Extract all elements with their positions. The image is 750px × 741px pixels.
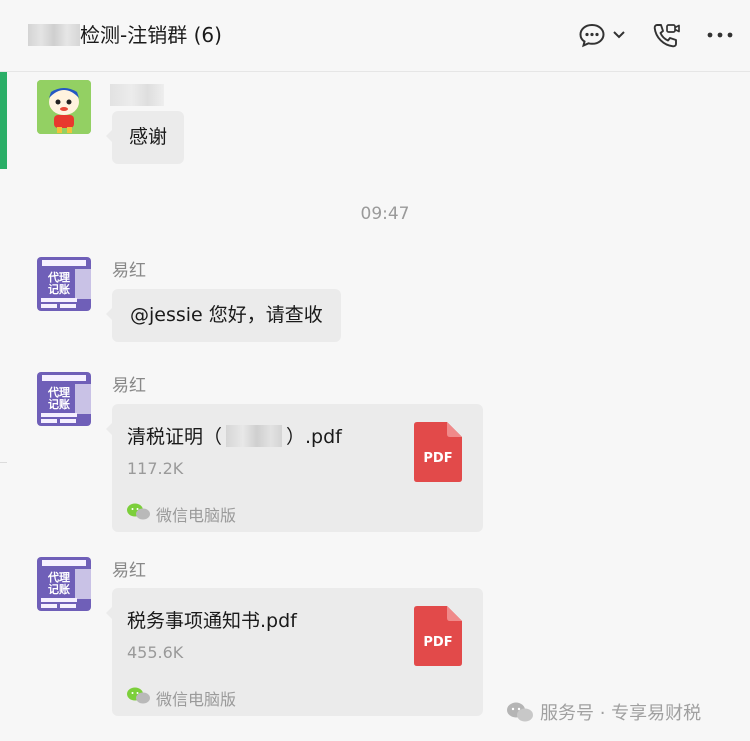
file-name-prefix: 清税证明（ <box>127 426 223 448</box>
file-message-card[interactable]: 税务事项通知书.pdf 455.6K PDF 微信电脑版 <box>106 588 483 716</box>
redacted-file-name-part <box>226 425 283 447</box>
svg-text:代理: 代理 <box>47 570 70 584</box>
pdf-file-icon: PDF <box>414 606 462 666</box>
svg-text:代理: 代理 <box>47 270 70 284</box>
file-name: 税务事项通知书.pdf <box>127 610 297 632</box>
redacted-sender-name <box>110 84 164 106</box>
chat-bubble-icon[interactable] <box>576 20 608 50</box>
pdf-badge-text: PDF <box>423 451 452 466</box>
active-indicator <box>0 72 7 169</box>
sender-name: 易红 <box>112 261 146 281</box>
avatar-sender[interactable]: 代理 记账 <box>37 372 91 426</box>
watermark: 服务号 · 专享易财税 <box>506 699 701 725</box>
svg-text:记账: 记账 <box>48 397 70 411</box>
file-message-card[interactable]: 清税证明（ ）.pdf 117.2K PDF 微信电脑版 <box>106 404 483 532</box>
more-icon[interactable] <box>704 20 736 50</box>
chat-header: 检测-注销群 (6) <box>0 0 750 72</box>
divider <box>0 462 7 463</box>
svg-text:记账: 记账 <box>48 282 70 296</box>
file-size: 117.2K <box>127 459 184 478</box>
sender-name: 易红 <box>112 561 146 581</box>
sender-name: 易红 <box>112 376 146 396</box>
pdf-badge-text: PDF <box>423 635 452 650</box>
file-source: 微信电脑版 <box>156 506 237 525</box>
file-name-suffix: ）.pdf <box>286 426 342 448</box>
message-bubble[interactable]: @jessie 您好，请查收 <box>106 289 341 342</box>
chevron-down-icon[interactable] <box>608 20 630 50</box>
redacted-title-part <box>28 24 80 46</box>
message-bubble[interactable]: 感谢 <box>105 111 185 164</box>
phone-video-icon[interactable] <box>650 20 682 50</box>
message-text: @jessie 您好，请查收 <box>130 304 323 326</box>
wechat-logo-icon <box>507 702 533 722</box>
file-source: 微信电脑版 <box>156 690 237 709</box>
avatar-cartoon[interactable] <box>37 80 91 134</box>
avatar-sender[interactable]: 代理 记账 <box>37 257 91 311</box>
message-text: 感谢 <box>129 126 168 148</box>
timestamp: 09:47 <box>360 204 410 224</box>
pdf-file-icon: PDF <box>414 422 462 482</box>
wechat-icon <box>127 503 150 520</box>
file-name: 清税证明（ ）.pdf <box>127 424 342 450</box>
svg-text:代理: 代理 <box>47 385 70 399</box>
file-size: 455.6K <box>127 643 184 662</box>
avatar-sender[interactable]: 代理 记账 <box>37 557 91 611</box>
chat-title: 检测-注销群 (6) <box>80 23 222 47</box>
watermark-text: 服务号 · 专享易财税 <box>540 703 702 724</box>
wechat-icon <box>127 687 150 704</box>
svg-text:记账: 记账 <box>48 582 70 596</box>
